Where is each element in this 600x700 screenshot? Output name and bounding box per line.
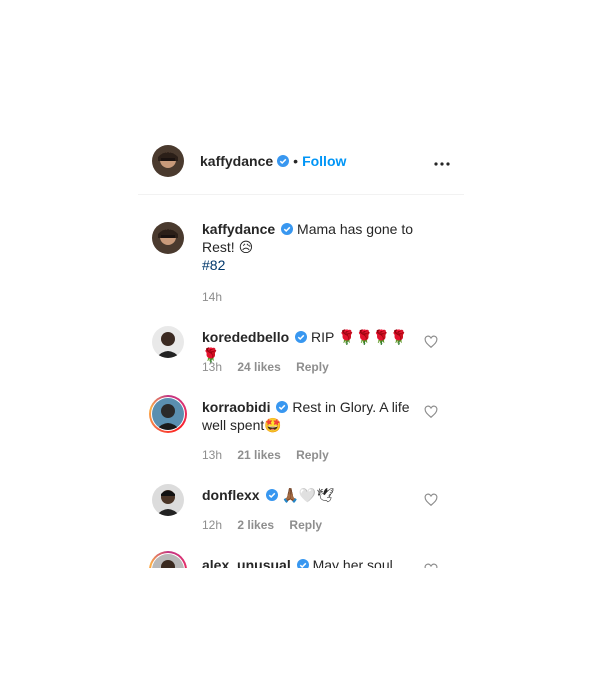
author-avatar[interactable] (152, 145, 184, 177)
post-header: kaffydance • Follow (138, 138, 464, 195)
verified-icon (265, 489, 278, 501)
story-ring[interactable] (149, 551, 187, 568)
caption-text-block: kaffydance Mama has gone to Rest! 😥 #82 (202, 220, 414, 274)
reply-button[interactable]: Reply (296, 360, 329, 374)
comment-time[interactable]: 13h (202, 448, 222, 462)
comment-text: 🙏🏾🤍🕊 (281, 487, 335, 503)
comment-likes[interactable]: 21 likes (237, 448, 280, 462)
verified-icon (281, 223, 294, 235)
comment-username[interactable]: alex_unusual (202, 557, 291, 568)
caption-avatar[interactable] (152, 222, 184, 254)
follow-button[interactable]: Follow (302, 153, 346, 169)
verified-icon (296, 559, 309, 568)
comment-time[interactable]: 12h (202, 518, 222, 532)
comment-text: May her soul (312, 557, 393, 568)
comment-text-block: korededbello RIP 🌹🌹🌹🌹🌹 (202, 328, 422, 364)
comment-avatar[interactable] (152, 484, 184, 516)
comment-likes[interactable]: 24 likes (237, 360, 280, 374)
comment-username[interactable]: korededbello (202, 329, 289, 345)
like-heart-icon[interactable] (424, 405, 438, 419)
comment-text-block: alex_unusual May her soul (202, 556, 422, 568)
reply-button[interactable]: Reply (289, 518, 322, 532)
story-ring[interactable] (149, 395, 187, 433)
comment-meta: 13h 21 likes Reply (202, 448, 341, 462)
caption-hashtag[interactable]: #82 (202, 257, 225, 273)
comment-username[interactable]: donflexx (202, 487, 260, 503)
header-user-line: kaffydance • Follow (200, 153, 346, 171)
verified-icon (277, 155, 290, 167)
caption-time[interactable]: 14h (202, 290, 222, 304)
comment-time[interactable]: 13h (202, 360, 222, 374)
comment-text-block: donflexx 🙏🏾🤍🕊 (202, 486, 422, 504)
comment-text-block: korraobidi Rest in Glory. A life well sp… (202, 398, 414, 434)
verified-icon (295, 331, 308, 343)
reply-button[interactable]: Reply (296, 448, 329, 462)
verified-icon (276, 401, 289, 413)
comment-meta: 13h 24 likes Reply (202, 360, 341, 374)
caption-meta: 14h (202, 290, 234, 304)
comment-meta: 12h 2 likes Reply (202, 518, 334, 532)
like-heart-icon[interactable] (424, 493, 438, 507)
comments-panel: kaffydance • Follow kaffydance Mama has go… (138, 138, 464, 568)
like-heart-icon[interactable] (424, 335, 438, 349)
caption-username[interactable]: kaffydance (202, 221, 275, 237)
more-options-icon[interactable] (430, 152, 454, 176)
header-username[interactable]: kaffydance (200, 153, 273, 169)
like-heart-icon[interactable] (424, 563, 438, 568)
header-dot: • (293, 153, 299, 169)
comment-avatar[interactable] (152, 326, 184, 358)
comment-username[interactable]: korraobidi (202, 399, 270, 415)
comment-avatar[interactable] (152, 398, 184, 430)
comment-likes[interactable]: 2 likes (237, 518, 274, 532)
